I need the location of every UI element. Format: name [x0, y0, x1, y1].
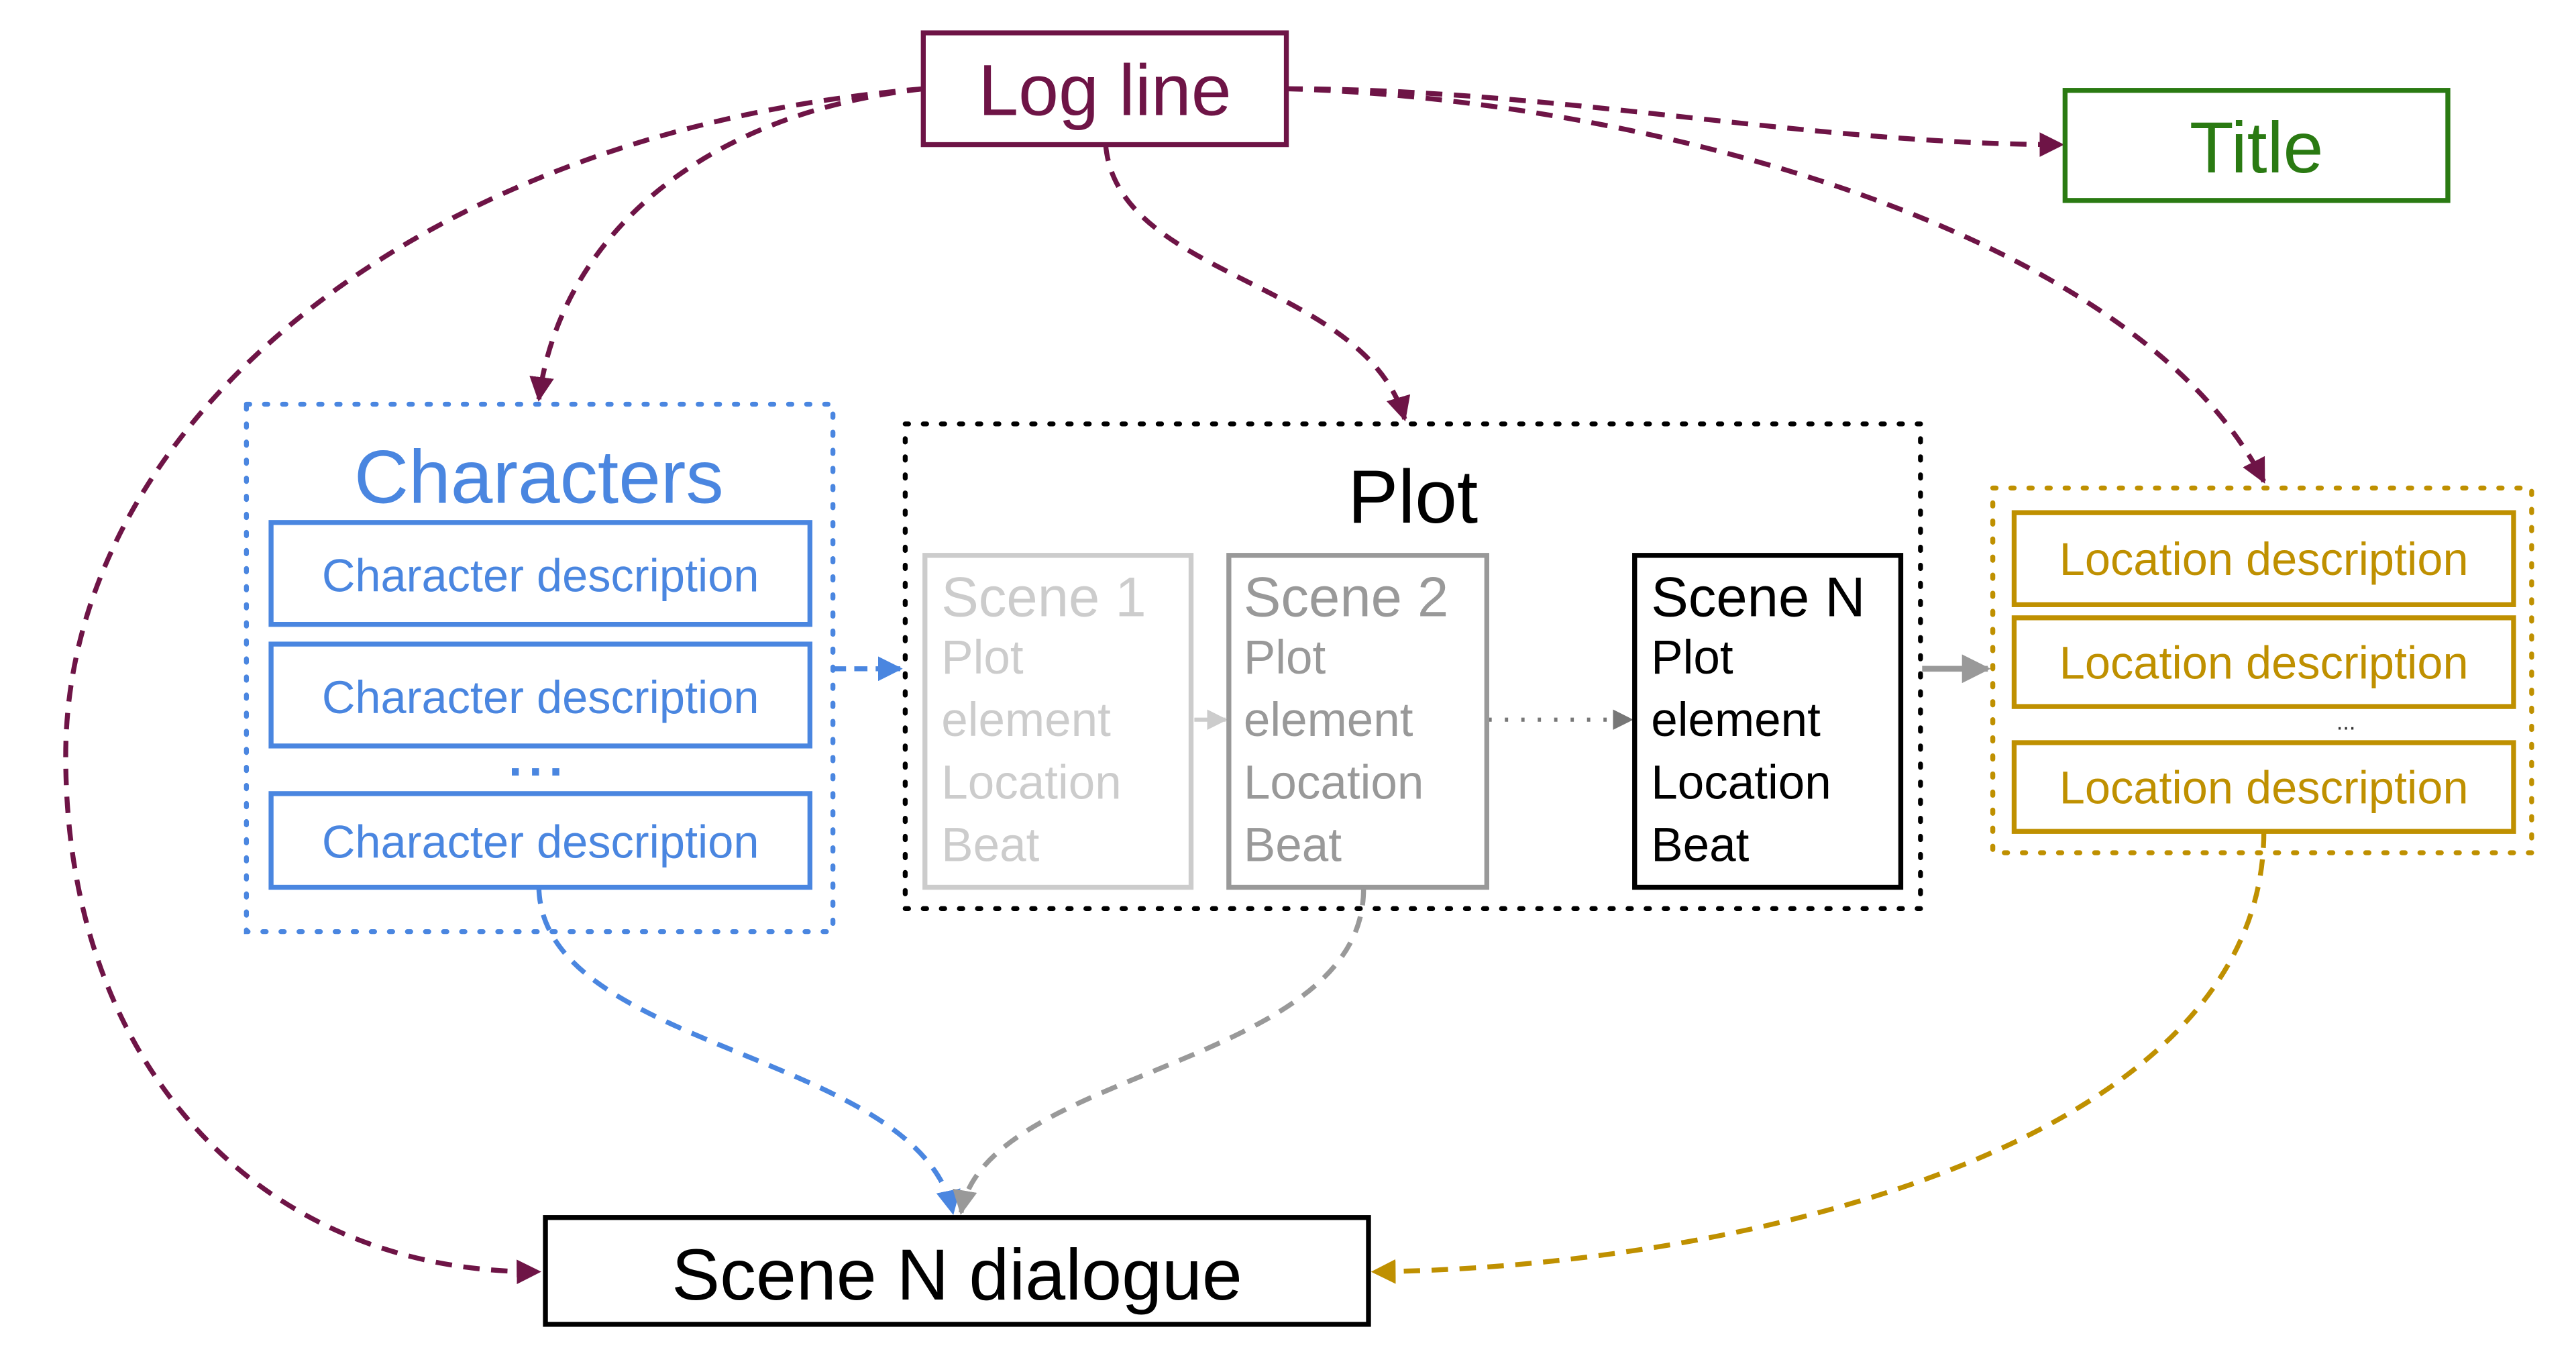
- plot-group[interactable]: Plot Scene 1 Plot element Location Beat …: [902, 421, 1923, 912]
- logline-label: Log line: [978, 49, 1231, 130]
- scene-title: Scene 2: [1244, 566, 1448, 628]
- scene-line: Plot: [1244, 631, 1326, 684]
- scene-title: Scene N: [1651, 566, 1865, 628]
- locations-ellipsis: ...: [2337, 709, 2356, 735]
- scene-line: Location: [1651, 756, 1831, 809]
- location-item-label: Location description: [2059, 533, 2469, 585]
- scene-card-1[interactable]: Scene 1 Plot element Location Beat: [922, 553, 1194, 890]
- scene-title: Scene 1: [941, 566, 1146, 628]
- scene-line: element: [941, 694, 1111, 747]
- character-item[interactable]: Character description: [268, 520, 813, 627]
- dialogue-node[interactable]: Scene N dialogue: [543, 1215, 1371, 1327]
- characters-heading: Characters: [354, 434, 724, 519]
- characters-group[interactable]: Characters Character description Charact…: [244, 401, 836, 935]
- plot-heading: Plot: [1348, 454, 1478, 539]
- location-item-label: Location description: [2059, 762, 2469, 814]
- scene-line: Plot: [941, 631, 1024, 684]
- logline-node[interactable]: Log line: [920, 30, 1289, 148]
- character-item-label: Character description: [322, 672, 759, 723]
- title-label: Title: [2190, 107, 2324, 188]
- scene-line: Beat: [1651, 819, 1749, 872]
- location-item[interactable]: Location description: [2011, 615, 2516, 709]
- diagram-canvas: Log line Title Characters Character desc…: [63, 30, 2534, 1327]
- edge-locations-to-dialogue: [1371, 831, 2267, 1284]
- scene-line: element: [1244, 694, 1413, 747]
- scene-line: Plot: [1651, 631, 1733, 684]
- scene-line: Location: [941, 756, 1122, 809]
- edge-scene2-to-dialogue: [953, 888, 1366, 1216]
- locations-group[interactable]: Location description Location descriptio…: [1990, 485, 2534, 855]
- characters-ellipsis: ...: [508, 731, 570, 786]
- scene-line: Beat: [1244, 819, 1342, 872]
- location-item[interactable]: Location description: [2011, 740, 2516, 834]
- scene-line: Location: [1244, 756, 1424, 809]
- character-item-label: Character description: [322, 550, 759, 602]
- title-node[interactable]: Title: [2062, 88, 2451, 203]
- character-item[interactable]: Character description: [268, 791, 813, 890]
- dialogue-label: Scene N dialogue: [672, 1234, 1242, 1315]
- edge-logline-to-plot: [1103, 144, 1411, 422]
- edge-characters-to-dialogue: [536, 887, 961, 1215]
- location-item-label: Location description: [2059, 637, 2469, 688]
- character-item-label: Character description: [322, 816, 759, 867]
- scene-line: element: [1651, 694, 1821, 747]
- scene-line: Beat: [941, 819, 1039, 872]
- location-item[interactable]: Location description: [2011, 510, 2516, 607]
- scene-card-2[interactable]: Scene 2 Plot element Location Beat: [1226, 553, 1489, 890]
- scene-card-n[interactable]: Scene N Plot element Location Beat: [1632, 553, 1904, 890]
- edge-logline-to-characters: [529, 86, 924, 402]
